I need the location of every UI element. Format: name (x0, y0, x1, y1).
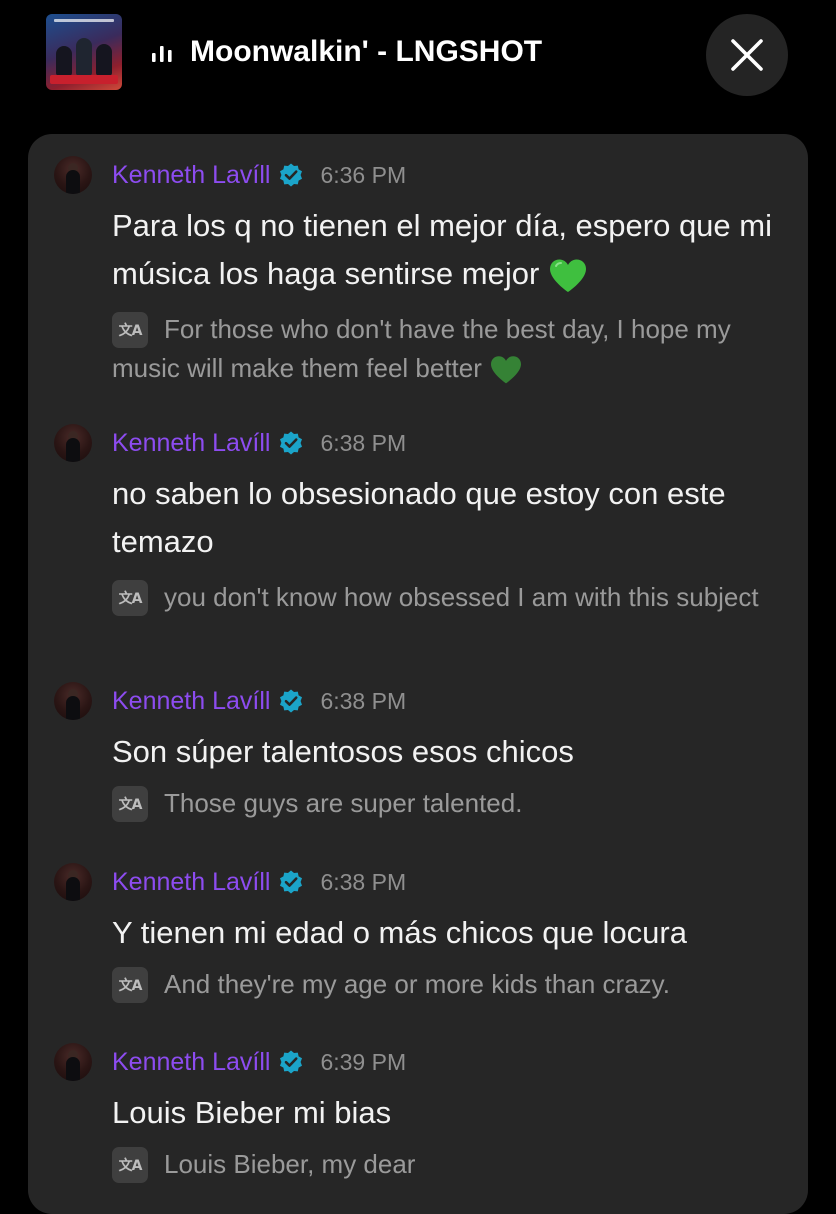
translate-icon: 文A (112, 786, 148, 822)
translation-row: 文A And they're my age or more kids than … (112, 967, 792, 1004)
message-text: no saben lo obsesionado que estoy con es… (112, 476, 726, 559)
translation-row: 文A Louis Bieber, my dear (112, 1147, 792, 1184)
author-avatar[interactable] (54, 156, 92, 194)
message-timestamp: 6:39 PM (320, 1049, 407, 1075)
message-timestamp: 6:38 PM (320, 430, 407, 456)
album-art-figure (76, 38, 92, 76)
verified-badge-icon (280, 689, 303, 713)
author-avatar[interactable] (54, 863, 92, 901)
verified-badge-icon (280, 1050, 303, 1074)
translation-text: And they're my age or more kids than cra… (164, 969, 670, 999)
song-title[interactable]: Moonwalkin' - LNGSHOT (190, 32, 542, 72)
translate-icon: 文A (112, 967, 148, 1003)
album-art-title-strip (54, 19, 114, 22)
album-art-banner (50, 75, 118, 84)
message-author: Kenneth Lavíll 6:38 PM (112, 424, 406, 462)
album-art[interactable] (46, 14, 122, 90)
album-art-figure (96, 44, 112, 76)
message-author: Kenneth Lavíll 6:39 PM (112, 1043, 406, 1081)
message-timestamp: 6:38 PM (320, 869, 407, 895)
message-text: Louis Bieber mi bias (112, 1095, 392, 1130)
album-art-figure (56, 46, 72, 76)
translation-text: For those who don't have the best day, I… (112, 310, 792, 388)
message-timestamp: 6:38 PM (320, 688, 407, 714)
author-name[interactable]: Kenneth Lavíll (112, 156, 270, 194)
message-author: Kenneth Lavíll 6:36 PM (112, 156, 406, 194)
author-avatar[interactable] (54, 682, 92, 720)
author-name[interactable]: Kenneth Lavíll (112, 682, 270, 720)
translation-text: Louis Bieber, my dear (164, 1149, 416, 1179)
equalizer-bars-icon (152, 46, 172, 62)
translate-icon: 文A (112, 580, 148, 616)
message-author: Kenneth Lavíll 6:38 PM (112, 863, 406, 901)
author-avatar[interactable] (54, 1043, 92, 1081)
message-text: Y tienen mi edad o más chicos que locura (112, 915, 687, 950)
author-name[interactable]: Kenneth Lavíll (112, 1043, 270, 1081)
verified-badge-icon (280, 431, 303, 455)
translation-row: 文A you don't know how obsessed I am with… (112, 580, 792, 617)
translate-icon: 文A (112, 1147, 148, 1183)
close-button[interactable] (706, 14, 788, 96)
artist-messages-panel[interactable]: Kenneth Lavíll 6:36 PM Para los q no tie… (28, 134, 808, 1214)
author-name[interactable]: Kenneth Lavíll (112, 863, 270, 901)
translation-row: 文A For those who don't have the best day… (112, 312, 792, 388)
verified-badge-icon (280, 163, 303, 187)
translation-text: you don't know how obsessed I am with th… (164, 582, 759, 612)
author-avatar[interactable] (54, 424, 92, 462)
close-icon (731, 39, 763, 71)
translation-text: Those guys are super talented. (164, 788, 523, 818)
green-heart-emoji (549, 259, 586, 292)
translate-icon: 文A (112, 312, 148, 348)
now-playing-header: Moonwalkin' - LNGSHOT (0, 0, 836, 110)
message-text: Para los q no tienen el mejor día, esper… (112, 202, 784, 298)
translation-row: 文A Those guys are super talented. (112, 786, 792, 823)
message-timestamp: 6:36 PM (320, 162, 407, 188)
verified-badge-icon (280, 870, 303, 894)
author-name[interactable]: Kenneth Lavíll (112, 424, 270, 462)
message-text: Son súper talentosos esos chicos (112, 734, 574, 769)
green-heart-emoji (491, 356, 522, 384)
message-author: Kenneth Lavíll 6:38 PM (112, 682, 406, 720)
